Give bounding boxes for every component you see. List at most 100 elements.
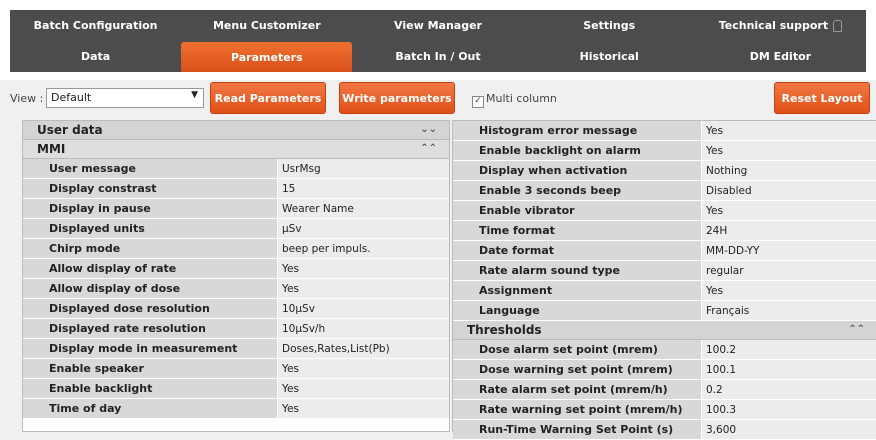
parameter-row: Dose warning set point (mrem) 100.1 <box>453 360 876 380</box>
parameter-name: Display in pause <box>23 199 277 218</box>
parameter-row: Enable speaker Yes <box>23 359 449 379</box>
parameter-row: Enable vibrator Yes <box>453 201 876 221</box>
parameter-value[interactable]: UsrMsg <box>277 159 449 178</box>
parameter-row: Date format MM-DD-YY <box>453 241 876 261</box>
parameter-row: Rate warning set point (mrem/h) 100.3 <box>453 400 876 420</box>
checkbox-checked-icon: ✓ <box>472 96 484 108</box>
parameter-value[interactable]: 100.2 <box>701 340 876 359</box>
section-mmi[interactable]: MMI ⌃⌃ <box>23 140 449 159</box>
parameter-row: Enable backlight Yes <box>23 379 449 399</box>
section-title: MMI <box>37 142 66 156</box>
parameter-name: Display mode in measurement <box>23 339 277 358</box>
parameter-row: User message UsrMsg <box>23 159 449 179</box>
parameter-name: Display constrast <box>23 179 277 198</box>
parameter-name: Displayed rate resolution <box>23 319 277 338</box>
parameter-value[interactable]: µSv <box>277 219 449 238</box>
parameter-value[interactable]: Yes <box>277 379 449 398</box>
view-label: View : <box>10 92 44 105</box>
parameter-value[interactable]: Yes <box>701 201 876 220</box>
nav-settings[interactable]: Settings <box>524 10 695 40</box>
section-thresholds[interactable]: Thresholds ⌃⌃ <box>453 321 876 340</box>
parameter-row: Time format 24H <box>453 221 876 241</box>
tab-historical[interactable]: Historical <box>524 40 695 72</box>
parameter-value[interactable]: Nothing <box>701 161 876 180</box>
tab-dm-editor[interactable]: DM Editor <box>695 40 866 72</box>
parameter-name: Time format <box>453 221 701 240</box>
nav-label: Technical support <box>718 18 829 32</box>
tab-label: Parameters <box>230 50 303 64</box>
parameter-row: Language Français <box>453 301 876 321</box>
parameter-row: Enable backlight on alarm Yes <box>453 141 876 161</box>
parameter-value[interactable]: Yes <box>701 121 876 140</box>
parameter-value[interactable]: Yes <box>277 279 449 298</box>
parameter-value[interactable]: regular <box>701 261 876 280</box>
section-user-data[interactable]: User data ⌄⌄ <box>23 121 449 140</box>
parameter-row: Display in pause Wearer Name <box>23 199 449 219</box>
nav-technical-support[interactable]: Technical support <box>695 10 866 40</box>
parameter-value[interactable]: Wearer Name <box>277 199 449 218</box>
multi-column-checkbox[interactable]: ✓ Multi column <box>472 92 557 108</box>
tab-batch-in-out[interactable]: Batch In / Out <box>352 40 523 72</box>
reset-layout-button[interactable]: Reset Layout <box>774 82 870 114</box>
parameter-value[interactable]: Yes <box>701 281 876 300</box>
nav-view-manager[interactable]: View Manager <box>352 10 523 40</box>
parameter-value[interactable]: 0.2 <box>701 380 876 399</box>
parameter-value[interactable]: Français <box>701 301 876 320</box>
checkbox-label: Multi column <box>486 92 557 105</box>
parameter-row: Enable 3 seconds beep Disabled <box>453 181 876 201</box>
button-label: Write parameters <box>342 91 452 105</box>
parameter-value[interactable]: 10µSv <box>277 299 449 318</box>
parameter-value[interactable]: Doses,Rates,List(Pb) <box>277 339 449 358</box>
parameter-value[interactable]: MM-DD-YY <box>701 241 876 260</box>
lock-icon <box>833 20 843 32</box>
parameter-value[interactable]: Yes <box>277 399 449 418</box>
parameter-name: Enable vibrator <box>453 201 701 220</box>
dropdown-arrow-icon: ▼ <box>191 90 198 100</box>
parameter-value[interactable]: Disabled <box>701 181 876 200</box>
parameter-value[interactable]: 3,600 <box>701 420 876 439</box>
chevron-up-icon[interactable]: ⌃⌃ <box>420 143 437 154</box>
parameter-name: Assignment <box>453 281 701 300</box>
parameter-value[interactable]: 15 <box>277 179 449 198</box>
parameter-name: Rate alarm sound type <box>453 261 701 280</box>
toolbar: View : Default ▼ Read Parameters Write p… <box>10 80 870 118</box>
parameter-row: Dose alarm set point (mrem) 100.2 <box>453 340 876 360</box>
tab-label: Historical <box>579 49 639 63</box>
parameter-value[interactable]: 100.3 <box>701 400 876 419</box>
read-parameters-button[interactable]: Read Parameters <box>210 82 326 114</box>
parameter-name: Display when activation <box>453 161 701 180</box>
write-parameters-button[interactable]: Write parameters <box>339 82 455 114</box>
view-select[interactable]: Default ▼ <box>46 88 204 108</box>
parameter-name: Enable backlight <box>23 379 277 398</box>
tab-data[interactable]: Data <box>10 40 181 72</box>
nav-menu-customizer[interactable]: Menu Customizer <box>181 10 352 40</box>
right-panel: Histogram error message Yes Enable backlig… <box>452 120 876 440</box>
parameter-value[interactable]: Yes <box>277 359 449 378</box>
parameter-row: Displayed rate resolution 10µSv/h <box>23 319 449 339</box>
parameter-value[interactable]: Yes <box>701 141 876 160</box>
parameter-value[interactable]: Yes <box>277 259 449 278</box>
tab-parameters[interactable]: Parameters <box>181 42 353 72</box>
parameter-value[interactable]: 100.1 <box>701 360 876 379</box>
chevron-up-icon[interactable]: ⌃⌃ <box>848 324 865 335</box>
view-select-value: Default <box>51 91 92 104</box>
section-title: Thresholds <box>467 323 542 337</box>
parameter-name: Time of day <box>23 399 277 418</box>
parameter-row: Displayed units µSv <box>23 219 449 239</box>
parameter-name: Language <box>453 301 701 320</box>
nav-batch-configuration[interactable]: Batch Configuration <box>10 10 181 40</box>
top-navigation: Batch Configuration Menu Customizer View… <box>0 0 876 80</box>
parameter-value[interactable]: beep per impuls. <box>277 239 449 258</box>
parameter-name: Run-Time Warning Set Point (s) <box>453 420 701 439</box>
nav-row-2: Data Parameters Batch In / Out Historica… <box>10 40 866 72</box>
parameter-name: Rate alarm set point (mrem/h) <box>453 380 701 399</box>
nav-label: Settings <box>583 18 636 32</box>
parameter-row: Allow display of dose Yes <box>23 279 449 299</box>
parameter-row: Rate alarm set point (mrem/h) 0.2 <box>453 380 876 400</box>
parameter-value[interactable]: 10µSv/h <box>277 319 449 338</box>
parameter-name: Chirp mode <box>23 239 277 258</box>
threshold-rows: Dose alarm set point (mrem) 100.2 Dose war… <box>453 340 876 440</box>
parameter-row: Chirp mode beep per impuls. <box>23 239 449 259</box>
parameter-value[interactable]: 24H <box>701 221 876 240</box>
chevron-down-icon[interactable]: ⌄⌄ <box>420 124 437 135</box>
